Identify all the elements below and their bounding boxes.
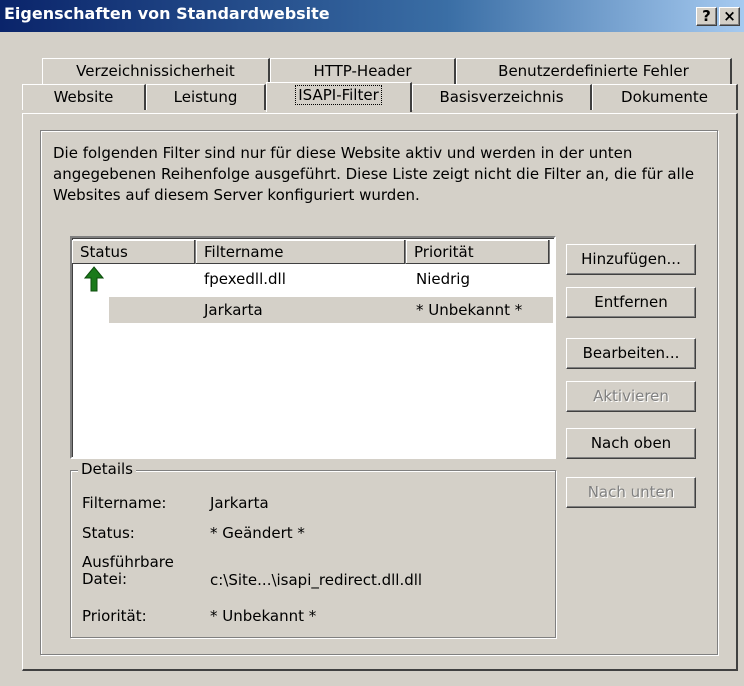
- filter-description: Die folgenden Filter sind nur für diese …: [53, 144, 695, 204]
- tab-basisverzeichnis[interactable]: Basisverzeichnis: [412, 84, 592, 110]
- tab-leistung[interactable]: Leistung: [146, 84, 266, 110]
- details-legend: Details: [78, 460, 137, 478]
- close-button[interactable]: ×: [719, 7, 740, 26]
- filter-priority-cell: Niedrig: [416, 270, 470, 288]
- executable-label-line1: Ausführbare: [82, 553, 174, 571]
- tab-isapi-filter[interactable]: ISAPI-Filter: [266, 82, 412, 112]
- column-header-priority[interactable]: Priorität: [406, 240, 550, 264]
- executable-value: c:\Site...\isapi_redirect.dll.dll: [210, 571, 423, 589]
- filter-name-cell: fpexedll.dll: [204, 270, 286, 288]
- status-value: * Geändert *: [210, 524, 305, 542]
- status-label: Status:: [82, 524, 135, 542]
- table-row-selected[interactable]: Jarkarta * Unbekannt *: [109, 297, 553, 323]
- enable-button[interactable]: Aktivieren: [566, 381, 696, 412]
- filter-list[interactable]: Status Filtername Priorität fpexedll.dll…: [70, 236, 556, 459]
- add-button[interactable]: Hinzufügen...: [566, 244, 696, 275]
- title-bar[interactable]: Eigenschaften von Standardwebsite ? ×: [0, 0, 744, 32]
- tab-verzeichnissicherheit[interactable]: Verzeichnissicherheit: [42, 58, 270, 84]
- filter-name-cell: Jarkarta: [204, 301, 263, 319]
- executable-label-line2: Datei:: [82, 570, 128, 588]
- executable-label: Ausführbare Datei:: [82, 554, 174, 588]
- tab-benutzerdefinierte-fehler[interactable]: Benutzerdefinierte Fehler: [456, 58, 732, 84]
- tab-http-header[interactable]: HTTP-Header: [270, 58, 456, 84]
- filter-priority-cell: * Unbekannt *: [416, 301, 523, 319]
- remove-button[interactable]: Entfernen: [566, 287, 696, 318]
- green-up-arrow-icon: [84, 266, 104, 292]
- tab-isapi-filter-label: ISAPI-Filter: [295, 85, 382, 105]
- edit-button[interactable]: Bearbeiten...: [566, 338, 696, 369]
- tab-dokumente[interactable]: Dokumente: [592, 84, 738, 110]
- column-header-status[interactable]: Status: [72, 240, 196, 264]
- column-header-filtername[interactable]: Filtername: [196, 240, 406, 264]
- move-down-button[interactable]: Nach unten: [566, 477, 696, 508]
- filtername-value: Jarkarta: [210, 494, 269, 512]
- priority-label: Priorität:: [82, 607, 147, 625]
- window-title: Eigenschaften von Standardwebsite: [4, 4, 330, 23]
- help-button[interactable]: ?: [696, 7, 717, 26]
- table-row[interactable]: fpexedll.dll Niedrig: [72, 266, 552, 292]
- priority-value: * Unbekannt *: [210, 607, 317, 625]
- tab-website[interactable]: Website: [22, 84, 146, 110]
- move-up-button[interactable]: Nach oben: [566, 428, 696, 459]
- filtername-label: Filtername:: [82, 494, 167, 512]
